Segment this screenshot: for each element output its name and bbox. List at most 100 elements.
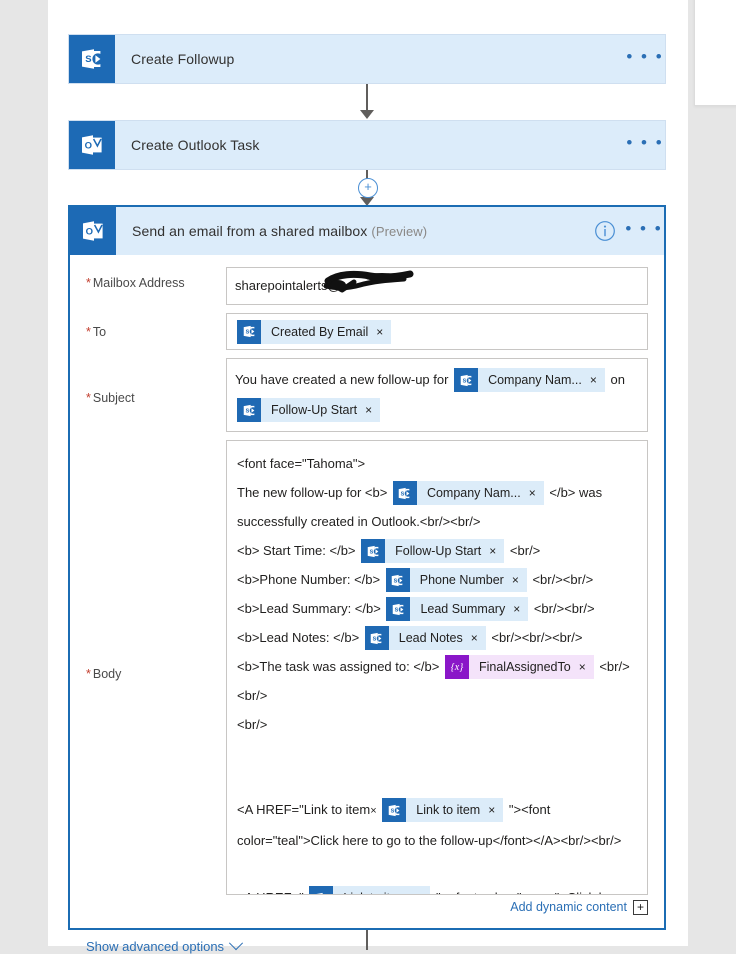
- floating-side-panel: [694, 0, 736, 106]
- required-marker: *: [86, 390, 91, 405]
- svg-text:S: S: [390, 808, 394, 814]
- svg-text:S: S: [369, 549, 373, 555]
- flow-step-create-followup[interactable]: S Create Followup • • •: [68, 34, 666, 84]
- subject-input[interactable]: You have created a new follow-up for S C…: [226, 357, 648, 432]
- flow-step-title-text: Create Outlook Task: [131, 137, 260, 153]
- body-line-start-time: <b> Start Time: </b> S Follow-Up Start ×…: [237, 536, 637, 565]
- body-text-link1-prefix: <A HREF="Link to item: [237, 801, 371, 817]
- token-label: Follow-Up Start: [261, 398, 366, 423]
- token-remove-icon[interactable]: ×: [489, 539, 505, 564]
- body-line-phone: <b>Phone Number: </b> S Phone Number × <…: [237, 565, 637, 594]
- dynamic-token-final-assigned-to[interactable]: {x} FinalAssignedTo ×: [444, 655, 594, 680]
- body-line-link-leaddb: <A HREF=" S Link to item: [237, 883, 637, 894]
- add-dynamic-content-row: Add dynamic content +: [70, 895, 664, 915]
- token-remove-icon[interactable]: ×: [513, 597, 529, 622]
- expanded-step-title: Send an email from a shared mailbox (Pre…: [116, 223, 590, 239]
- body-text-link2-prefix: <A HREF=": [237, 890, 304, 894]
- dynamic-token-link-to-item-2[interactable]: S Link to item ×: [309, 886, 431, 894]
- body-line-link-followup: <A HREF="Link to item × S Link to item × …: [237, 795, 637, 855]
- flow-connector-1: [360, 84, 374, 120]
- field-label-mailbox-address: * Mailbox Address: [86, 267, 226, 290]
- token-remove-icon[interactable]: ×: [578, 655, 594, 680]
- token-remove-icon[interactable]: ×: [528, 481, 544, 506]
- token-remove-icon[interactable]: ×: [376, 319, 392, 344]
- field-to: * To S Created By Email ×: [70, 313, 664, 350]
- token-remove-icon[interactable]: ×: [511, 568, 527, 593]
- svg-text:S: S: [85, 54, 91, 65]
- token-label: Company Nam...: [478, 368, 590, 393]
- svg-text:S: S: [394, 578, 398, 584]
- svg-text:S: S: [401, 491, 405, 497]
- token-remove-icon[interactable]: ×: [415, 886, 431, 894]
- dynamic-token-created-by-email[interactable]: S Created By Email ×: [237, 319, 392, 344]
- flow-step-more-button[interactable]: • • •: [625, 134, 665, 157]
- add-dynamic-content-plus-icon[interactable]: +: [633, 899, 648, 915]
- flow-step-send-email-expanded[interactable]: O Send an email from a shared mailbox (P…: [68, 205, 666, 954]
- mailbox-address-input[interactable]: sharepointalerts@: [226, 267, 648, 305]
- field-label-text: Mailbox Address: [92, 276, 185, 290]
- svg-text:O: O: [85, 140, 92, 151]
- flow-step-title: Create Outlook Task: [115, 137, 625, 153]
- field-label-text: Body: [92, 666, 122, 681]
- dynamic-token-follow-up-start[interactable]: S Follow-Up Start ×: [237, 398, 381, 423]
- show-advanced-options-link[interactable]: Show advanced options: [86, 939, 224, 954]
- body-input[interactable]: <font face="Tahoma"> The new follow-up f…: [226, 439, 648, 895]
- dynamic-token-company-name[interactable]: S Company Nam... ×: [392, 481, 544, 506]
- expanded-step-header[interactable]: O Send an email from a shared mailbox (P…: [70, 207, 664, 255]
- dynamic-token-company-name[interactable]: S Company Nam... ×: [454, 368, 605, 393]
- field-label-subject: * Subject: [86, 358, 226, 405]
- add-dynamic-content-link[interactable]: Add dynamic content: [510, 900, 627, 914]
- svg-text:S: S: [245, 329, 249, 335]
- token-label: Lead Notes: [388, 626, 471, 651]
- field-label-to: * To: [86, 313, 226, 339]
- flow-step-create-outlook-task[interactable]: O Create Outlook Task • • •: [68, 120, 666, 170]
- token-remove-icon[interactable]: ×: [488, 798, 504, 823]
- svg-text:S: S: [462, 378, 466, 384]
- dynamic-token-follow-up-start[interactable]: S Follow-Up Start ×: [361, 539, 505, 564]
- dynamic-token-lead-notes[interactable]: S Lead Notes ×: [364, 626, 486, 651]
- subject-prefix-text: You have created a new follow-up for: [235, 371, 449, 387]
- sharepoint-token-icon: S: [454, 368, 479, 393]
- required-marker: *: [86, 325, 91, 339]
- token-label: Created By Email: [261, 319, 377, 344]
- token-label: Follow-Up Start: [385, 539, 490, 564]
- body-text-after-start: <br/>: [509, 542, 541, 558]
- body-line-new-followup: The new follow-up for <b> S Company Nam.…: [237, 478, 637, 536]
- body-text-assigned-to: <b>The task was assigned to: </b>: [237, 658, 440, 674]
- to-input[interactable]: S Created By Email ×: [226, 313, 648, 350]
- sharepoint-token-icon: S: [237, 319, 261, 344]
- body-text-lead-notes: <b>Lead Notes: </b>: [237, 629, 360, 645]
- field-mailbox-address: * Mailbox Address sharepointalerts@: [70, 267, 664, 305]
- token-remove-icon[interactable]: ×: [470, 626, 486, 651]
- field-label-text: Subject: [92, 390, 135, 405]
- variable-token-icon: {x}: [444, 655, 469, 680]
- token-label: Link to item: [333, 886, 416, 894]
- token-label: FinalAssignedTo: [468, 655, 579, 680]
- flow-step-more-button[interactable]: • • •: [625, 48, 665, 71]
- body-line-break: <br/>: [237, 716, 268, 732]
- sharepoint-token-icon: S: [392, 481, 417, 506]
- expanded-step-body: * Mailbox Address sharepointalerts@ * To S: [70, 267, 664, 954]
- sharepoint-token-icon: S: [361, 539, 386, 564]
- token-label: Link to item: [406, 798, 489, 823]
- body-text-new-followup-a: The new follow-up for <b>: [237, 484, 388, 500]
- token-remove-icon[interactable]: ×: [365, 398, 381, 423]
- body-text-start-time: <b> Start Time: </b>: [237, 542, 356, 558]
- sharepoint-icon: S: [69, 35, 115, 83]
- expanded-step-more-button[interactable]: • • •: [624, 220, 664, 243]
- token-remove-icon[interactable]: ×: [589, 368, 605, 393]
- dynamic-token-link-to-item[interactable]: S Link to item ×: [382, 798, 504, 823]
- body-text-after-phone: <br/><br/>: [532, 571, 594, 587]
- insert-step-button[interactable]: +: [358, 178, 378, 198]
- chevron-down-icon[interactable]: [228, 936, 244, 951]
- sharepoint-token-icon: S: [364, 626, 389, 651]
- body-text-after-lead-notes: <br/><br/><br/>: [491, 629, 583, 645]
- dynamic-token-phone-number[interactable]: S Phone Number ×: [385, 568, 527, 593]
- token-label: Phone Number: [409, 568, 512, 593]
- mailbox-address-value: sharepointalerts@: [235, 278, 341, 293]
- body-line-lead-notes: <b>Lead Notes: </b> S Lead Notes × <br/>…: [237, 623, 637, 652]
- info-icon[interactable]: [590, 216, 620, 246]
- body-text-after-lead-summary: <br/><br/>: [533, 600, 595, 616]
- required-marker: *: [86, 276, 91, 290]
- dynamic-token-lead-summary[interactable]: S Lead Summary ×: [386, 597, 529, 622]
